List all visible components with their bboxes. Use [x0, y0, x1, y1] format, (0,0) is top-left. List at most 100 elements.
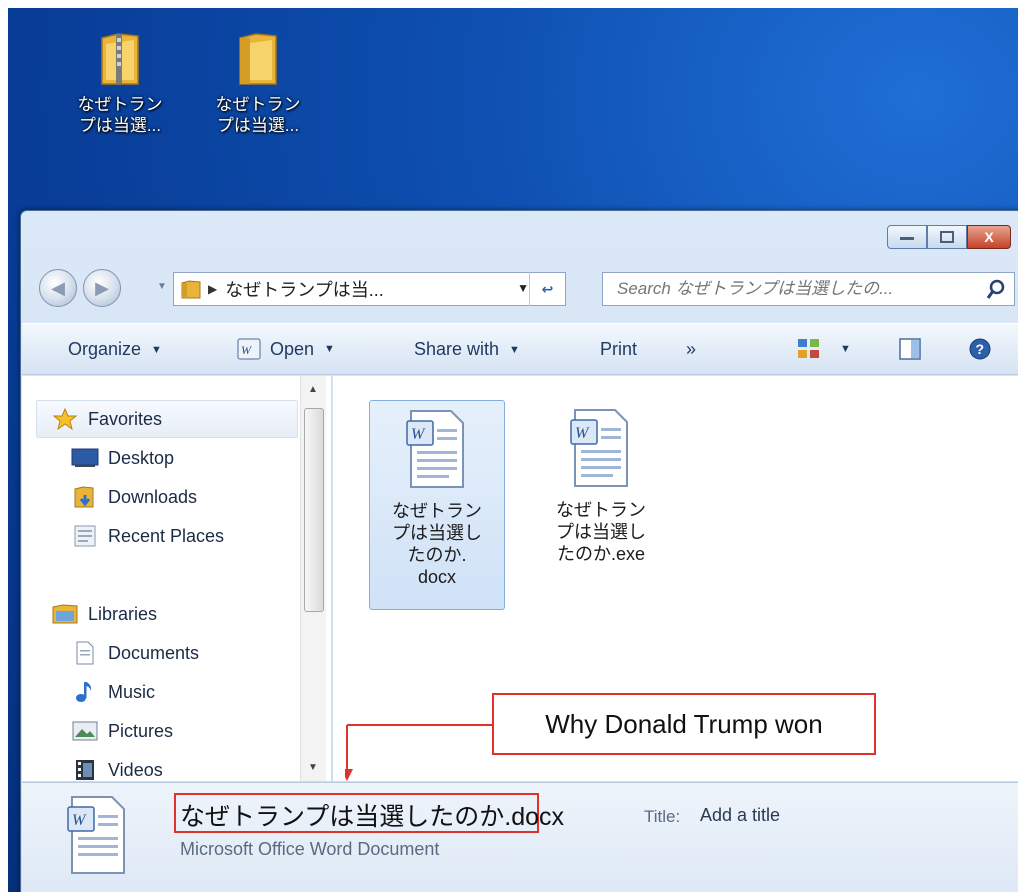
share-with-menu[interactable]: Share with ▼: [414, 339, 520, 360]
folder-icon: [181, 280, 201, 299]
pictures-icon: [70, 720, 100, 742]
desktop-icon-label-line1: なぜトラン: [77, 95, 163, 114]
nav-item-pictures[interactable]: Pictures: [70, 720, 173, 742]
scrollbar-thumb[interactable]: [304, 408, 324, 612]
file-name-line: プは当選し: [556, 522, 646, 542]
details-file-name: なぜトランプは当選したのか.docx: [180, 803, 565, 831]
file-name-line: なぜトラン: [556, 500, 646, 520]
nav-item-label: Videos: [108, 759, 163, 780]
command-bar: Organize ▼ W Open ▼ Share with ▼ Print »: [22, 323, 1018, 375]
recent-places-icon: [70, 525, 100, 547]
details-pane: W なぜトランプは当選したのか.docx Microsoft Office Wo…: [22, 782, 1018, 892]
search-input[interactable]: [617, 279, 957, 299]
navigation-bar: ◀ ▶ ▼ ▶ なぜトランプは当... ▼ ↩: [35, 267, 1015, 311]
minimize-button[interactable]: [887, 225, 927, 249]
help-icon: ?: [969, 338, 991, 360]
nav-item-downloads[interactable]: Downloads: [70, 486, 197, 508]
maximize-button[interactable]: [927, 225, 967, 249]
change-view-button[interactable]: ▼: [796, 336, 851, 362]
open-label: Open: [270, 338, 315, 359]
address-dropdown-icon[interactable]: ▼: [517, 281, 529, 295]
desktop-icon-label-line2: プは当選...: [216, 116, 300, 135]
recent-pages-dropdown-icon[interactable]: ▼: [157, 281, 167, 292]
minimize-icon: [900, 237, 914, 240]
maximize-icon: [940, 231, 954, 243]
svg-text:W: W: [72, 812, 87, 829]
breadcrumb-separator-icon[interactable]: ▶: [208, 282, 217, 296]
details-title-value[interactable]: Add a title: [700, 805, 780, 826]
open-menu[interactable]: W Open ▼: [236, 336, 335, 362]
scroll-up-icon[interactable]: ▲: [308, 384, 318, 395]
nav-item-label: Recent Places: [108, 525, 225, 546]
file-item-exe[interactable]: W なぜトラン プは当選し たのか.exe: [533, 400, 669, 610]
scroll-down-icon[interactable]: ▼: [308, 762, 318, 773]
word-icon: W: [237, 338, 261, 360]
zip-folder-icon: [101, 33, 139, 85]
file-name-line: docx: [417, 567, 457, 587]
address-bar[interactable]: ▶ なぜトランプは当... ▼ ↩: [173, 272, 566, 306]
libraries-icon: [50, 603, 80, 625]
file-name-line: なぜトラン: [392, 501, 482, 521]
organize-menu[interactable]: Organize ▼: [68, 339, 162, 360]
refresh-icon: ↩: [541, 280, 554, 297]
desktop-icon-folder[interactable]: なぜトラン プは当選...: [202, 30, 314, 136]
caption-buttons: X: [887, 225, 1011, 249]
file-name-line: プは当選し: [392, 523, 482, 543]
file-item-docx[interactable]: W なぜトラン プは当選し たのか. docx: [369, 400, 505, 610]
svg-text:?: ?: [976, 341, 985, 357]
back-arrow-icon: ◀: [51, 277, 65, 298]
callout-arrow: [345, 724, 492, 781]
desktop-icon-label-line2: プは当選...: [78, 116, 162, 135]
star-icon: [50, 408, 80, 430]
search-icon[interactable]: [986, 279, 1006, 301]
word-document-icon: W: [67, 796, 125, 874]
print-button[interactable]: Print: [600, 339, 637, 360]
back-button[interactable]: ◀: [39, 269, 77, 307]
desktop-icon-label: なぜトラン プは当選...: [64, 94, 176, 136]
desktop-icon: [70, 447, 100, 469]
share-with-label: Share with: [414, 339, 500, 359]
word-document-icon: W: [406, 410, 464, 488]
more-commands-button[interactable]: »: [686, 339, 696, 360]
desktop-icon-zip-folder[interactable]: なぜトラン プは当選...: [64, 30, 176, 136]
preview-pane-button[interactable]: [898, 337, 922, 361]
svg-text:W: W: [575, 425, 590, 442]
desktop-icon-label: なぜトラン プは当選...: [202, 94, 314, 136]
nav-item-label: Documents: [108, 642, 200, 663]
nav-item-recent-places[interactable]: Recent Places: [70, 525, 224, 547]
more-commands-icon: »: [686, 339, 697, 359]
nav-item-music[interactable]: Music: [70, 681, 155, 703]
nav-item-label: Desktop: [108, 447, 175, 468]
help-button[interactable]: ?: [968, 337, 992, 361]
nav-item-videos[interactable]: Videos: [70, 759, 163, 781]
details-title-label: Title:: [644, 807, 681, 826]
close-button[interactable]: X: [967, 225, 1011, 249]
forward-button[interactable]: ▶: [83, 269, 121, 307]
nav-item-label: Pictures: [108, 720, 174, 741]
nav-item-desktop[interactable]: Desktop: [70, 447, 174, 469]
svg-text:W: W: [241, 343, 252, 357]
callout-box: Why Donald Trump won: [492, 693, 876, 755]
nav-item-label: Music: [108, 681, 156, 702]
word-document-icon: W: [570, 409, 628, 487]
nav-item-libraries[interactable]: Libraries: [50, 603, 157, 625]
refresh-button[interactable]: ↩: [529, 272, 565, 306]
music-icon: [70, 681, 100, 703]
downloads-folder-icon: [70, 486, 100, 508]
svg-text:W: W: [411, 426, 426, 443]
navigation-pane-scrollbar[interactable]: ▲ ▼: [300, 376, 326, 781]
folder-icon: [239, 33, 277, 85]
breadcrumb-path[interactable]: なぜトランプは当...: [225, 276, 383, 302]
nav-item-favorites[interactable]: Favorites: [50, 408, 162, 430]
chevron-down-icon: ▼: [840, 343, 851, 355]
chevron-down-icon: ▼: [151, 343, 162, 356]
nav-item-label: Favorites: [88, 408, 163, 429]
close-icon: X: [984, 229, 994, 245]
nav-item-documents[interactable]: Documents: [70, 641, 200, 665]
file-name-line: たのか.exe: [556, 544, 646, 564]
search-box[interactable]: [602, 272, 1015, 306]
videos-icon: [70, 759, 100, 781]
file-name-line: たのか.: [407, 545, 467, 565]
print-label: Print: [600, 339, 638, 359]
explorer-window: X ◀ ▶ ▼ ▶ なぜトランプは当... ▼ ↩ Search なぜトランプは…: [20, 210, 1018, 892]
